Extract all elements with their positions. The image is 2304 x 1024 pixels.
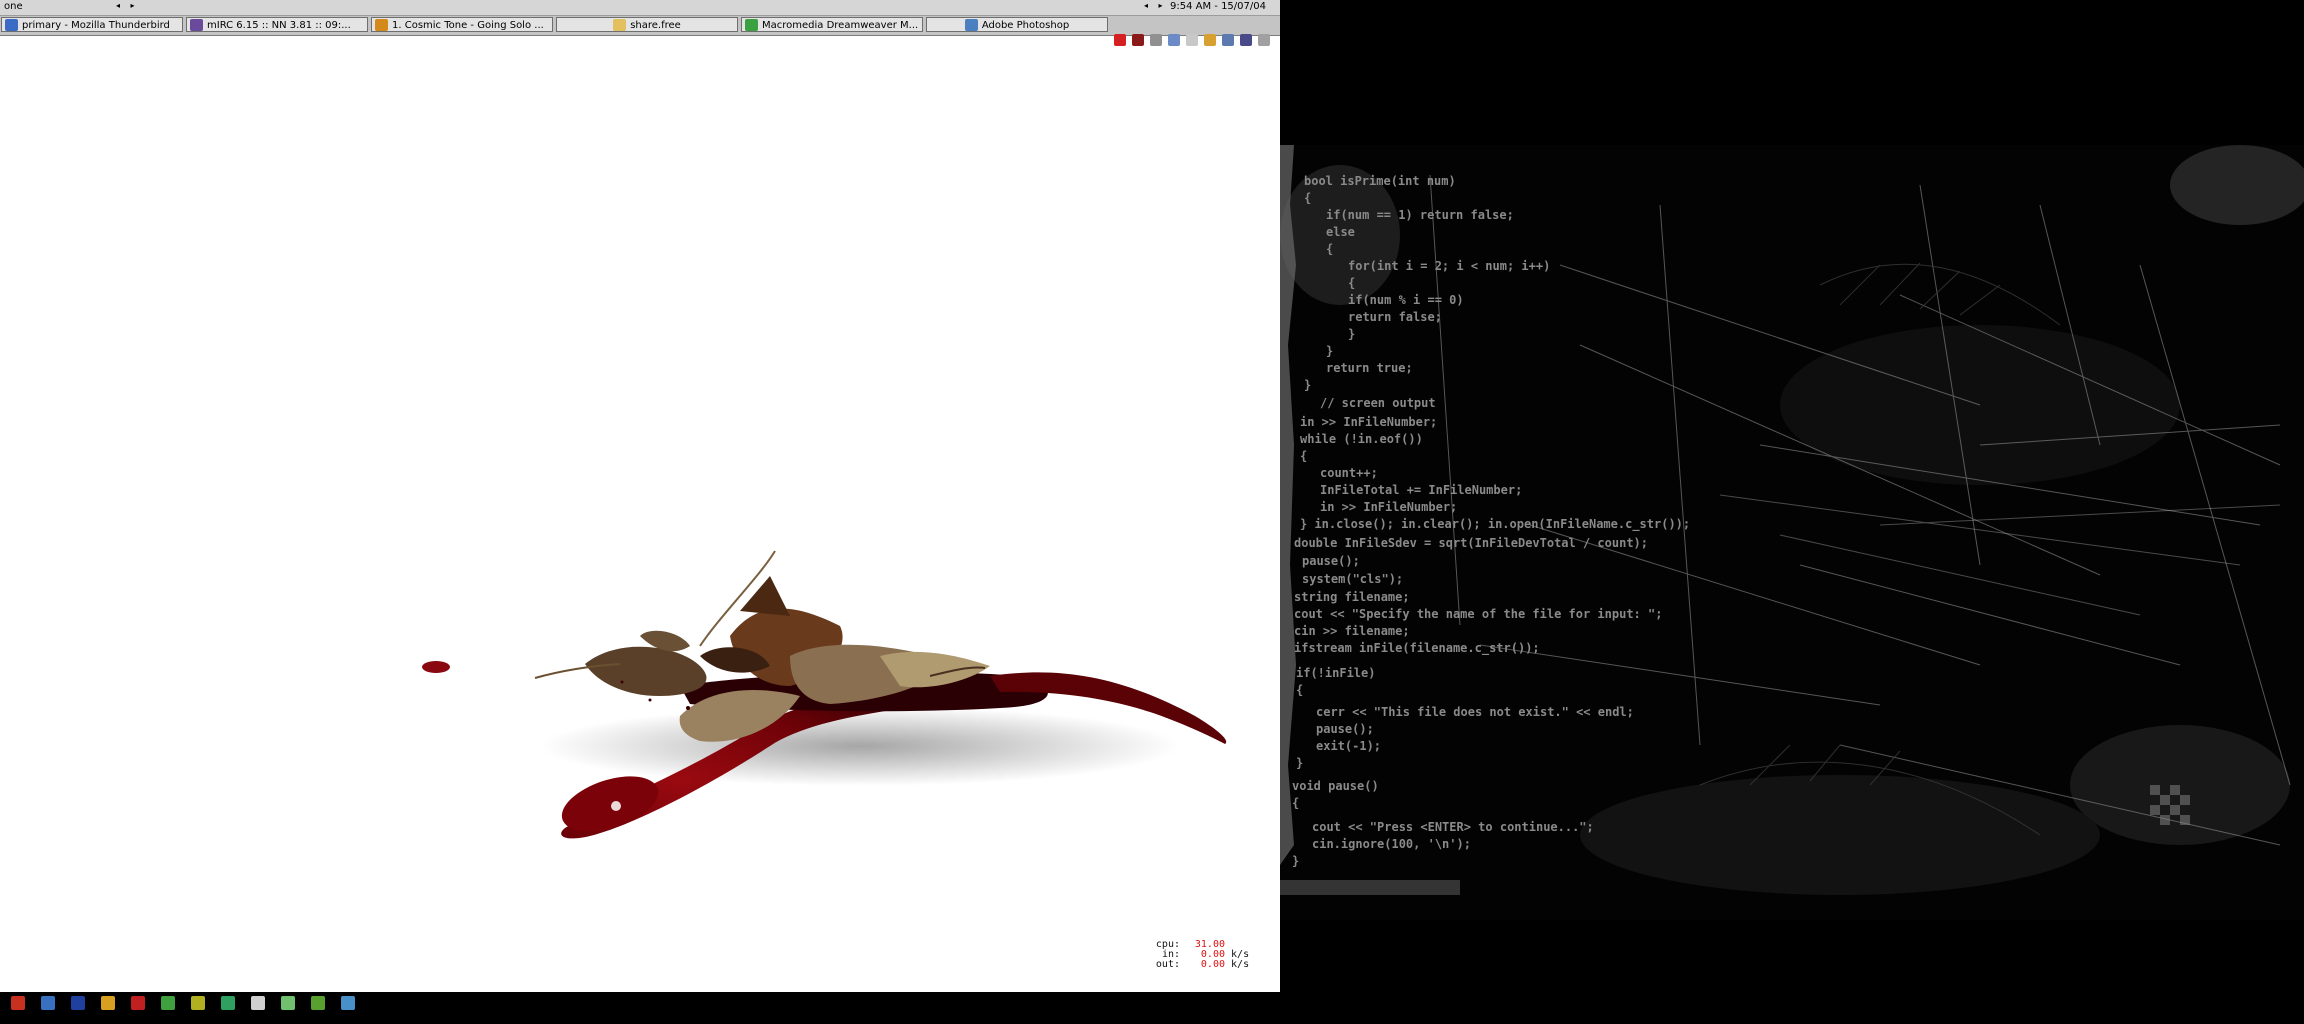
code-line: exit(-1);	[1316, 739, 1381, 753]
taskbar-button-mirc[interactable]: mIRC 6.15 :: NN 3.81 :: 09:...	[186, 17, 368, 32]
tray-icon-9[interactable]	[1258, 34, 1270, 46]
code-line: in >> InFileNumber;	[1300, 415, 1437, 429]
workspace-nav-arrows[interactable]: ◂ ▸	[116, 1, 139, 10]
code-line: cout << "Specify the name of the file fo…	[1294, 607, 1662, 621]
taskbar-label: Adobe Photoshop	[981, 20, 1070, 31]
code-line: string filename;	[1294, 590, 1410, 604]
code-line: void pause()	[1292, 779, 1379, 793]
code-line: ifstream inFile(filename.c_str());	[1294, 641, 1540, 656]
system-tray	[1112, 33, 1278, 49]
taskbar-button-photoshop[interactable]: Adobe Photoshop	[926, 17, 1108, 32]
tray-icon-1[interactable]	[1114, 34, 1126, 46]
code-line: else	[1326, 225, 1355, 239]
code-line: {	[1304, 191, 1311, 205]
code-line: {	[1300, 449, 1307, 463]
quicklaunch-icon-7[interactable]	[191, 996, 205, 1010]
taskbar-button-winamp[interactable]: 1. Cosmic Tone - Going Solo ...	[371, 17, 553, 32]
code-line: if(num % i == 0)	[1348, 293, 1464, 307]
code-line: if(num == 1) return false;	[1326, 208, 1514, 222]
thunderbird-icon	[5, 19, 18, 31]
wallpaper-leaves-blood	[422, 550, 1227, 839]
code-line: if(!inFile)	[1296, 666, 1375, 680]
left-monitor: one ◂ ▸ ◂ ▸ 9:54 AM - 15/07/04 primary -…	[0, 0, 1280, 1024]
taskbar-button-dreamweaver[interactable]: Macromedia Dreamweaver M...	[741, 17, 923, 32]
tray-icon-6[interactable]	[1204, 34, 1216, 46]
code-line: while (!in.eof())	[1300, 432, 1423, 446]
quicklaunch-icon-2[interactable]	[41, 996, 55, 1010]
net-out-row: out: 0.00 k/s	[1155, 959, 1250, 970]
top-status-bar: one ◂ ▸ ◂ ▸ 9:54 AM - 15/07/04	[0, 0, 1280, 16]
taskbar-label: Macromedia Dreamweaver M...	[762, 20, 919, 31]
quicklaunch-icon-10[interactable]	[281, 996, 295, 1010]
winamp-icon	[375, 19, 388, 31]
code-line: }	[1326, 344, 1333, 358]
code-line: {	[1292, 796, 1299, 810]
tray-icon-3[interactable]	[1150, 34, 1162, 46]
tray-icon-5[interactable]	[1186, 34, 1198, 46]
code-line: cerr << "This file does not exist." << e…	[1316, 705, 1634, 719]
taskbar-label: 1. Cosmic Tone - Going Solo ...	[392, 20, 544, 31]
dreamweaver-icon	[745, 19, 758, 31]
tray-icon-8[interactable]	[1240, 34, 1252, 46]
net-out-value: 0.00	[1200, 959, 1225, 970]
code-line: InFileTotal += InFileNumber;	[1320, 483, 1522, 497]
code-line: {	[1348, 276, 1355, 290]
code-line: in >> InFileNumber;	[1320, 500, 1457, 514]
quicklaunch-icon-9[interactable]	[251, 996, 265, 1010]
grunge-code-wallpaper: bool isPrime(int num) { if(num == 1) retu…	[1280, 145, 2304, 920]
code-line: pause();	[1302, 554, 1360, 568]
right-monitor: bool isPrime(int num) { if(num == 1) retu…	[1280, 0, 2304, 1024]
code-line: // screen output	[1320, 396, 1436, 410]
code-line: return false;	[1348, 310, 1442, 324]
quicklaunch-icon-1[interactable]	[11, 996, 25, 1010]
tray-icon-2[interactable]	[1132, 34, 1144, 46]
code-line: cin.ignore(100, '\n');	[1312, 837, 1471, 851]
code-line: bool isPrime(int num)	[1304, 174, 1456, 188]
clock: 9:54 AM - 15/07/04	[1170, 1, 1266, 12]
code-line: pause();	[1316, 722, 1374, 736]
taskbar-label: share.free	[630, 20, 681, 31]
quicklaunch-icon-12[interactable]	[341, 996, 355, 1010]
quicklaunch-icon-11[interactable]	[311, 996, 325, 1010]
code-line: } in.close(); in.clear(); in.open(InFile…	[1300, 517, 1690, 532]
taskbar-label: primary - Mozilla Thunderbird	[22, 20, 170, 31]
quicklaunch-icon-6[interactable]	[161, 996, 175, 1010]
quicklaunch-icon-3[interactable]	[71, 996, 85, 1010]
code-line: system("cls");	[1302, 572, 1403, 586]
taskbar-button-share-free[interactable]: share.free	[556, 17, 738, 32]
code-line: }	[1296, 756, 1303, 770]
quicklaunch-icon-8[interactable]	[221, 996, 235, 1010]
tray-icon-4[interactable]	[1168, 34, 1180, 46]
clock-nav-arrows[interactable]: ◂ ▸	[1144, 1, 1167, 10]
code-line: return true;	[1326, 361, 1413, 375]
code-line: for(int i = 2; i < num; i++)	[1348, 259, 1550, 273]
code-line: {	[1296, 683, 1303, 697]
code-line: cin >> filename;	[1294, 624, 1410, 638]
code-line: double InFileSdev = sqrt(InFileDevTotal …	[1294, 536, 1648, 550]
quick-launch-bar	[0, 992, 1280, 1024]
code-line: cout << "Press <ENTER> to continue...";	[1312, 820, 1594, 834]
code-line: }	[1348, 327, 1355, 341]
folder-icon	[613, 19, 627, 31]
code-line: }	[1292, 854, 1299, 868]
taskbar: primary - Mozilla Thunderbird mIRC 6.15 …	[0, 16, 1280, 46]
system-monitor: cpu: 31.00 in: 0.00 k/s out: 0.00 k/s	[1150, 940, 1249, 970]
photoshop-icon	[964, 19, 978, 31]
workspace-name: one	[4, 1, 23, 12]
mirc-icon	[190, 19, 203, 31]
tray-icon-7[interactable]	[1222, 34, 1234, 46]
taskbar-label: mIRC 6.15 :: NN 3.81 :: 09:...	[207, 20, 351, 31]
taskbar-button-thunderbird[interactable]: primary - Mozilla Thunderbird	[1, 17, 183, 32]
quicklaunch-icon-5[interactable]	[131, 996, 145, 1010]
code-line: count++;	[1320, 466, 1378, 480]
quicklaunch-icon-4[interactable]	[101, 996, 115, 1010]
code-line: {	[1326, 242, 1333, 256]
code-line: }	[1304, 378, 1311, 392]
